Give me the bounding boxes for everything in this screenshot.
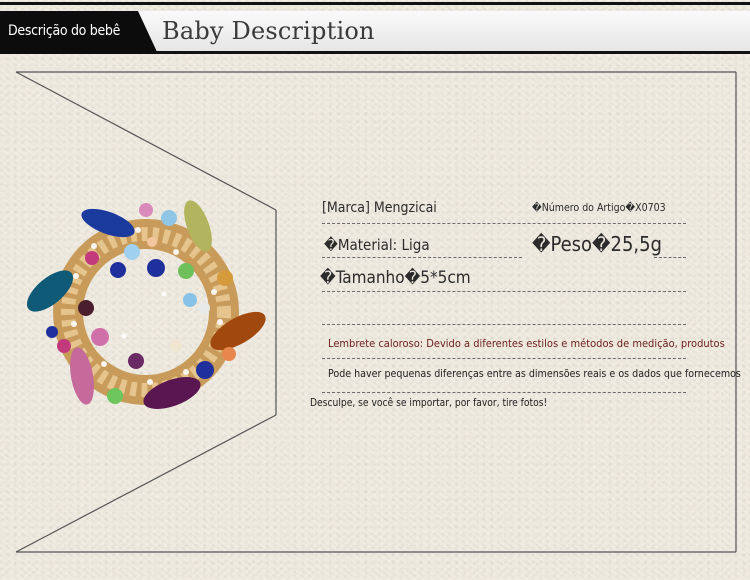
material-label: �Material: Liga bbox=[324, 236, 430, 254]
divider bbox=[322, 392, 686, 393]
divider bbox=[322, 291, 686, 292]
divider bbox=[322, 223, 686, 224]
reminder-note: Lembrete caloroso: Devido a diferentes e… bbox=[328, 337, 725, 350]
weight-label: �Peso�25,5g bbox=[532, 232, 662, 256]
brooch-image bbox=[26, 200, 266, 409]
divider bbox=[654, 257, 686, 258]
brand-label: [Marca] Mengzicai bbox=[322, 200, 437, 216]
size-label: �Tamanho�5*5cm bbox=[320, 268, 471, 288]
apology-note: Desculpe, se você se importar, por favor… bbox=[310, 398, 548, 409]
item-number-label: �Número do Artigo�X0703 bbox=[532, 202, 666, 214]
divider bbox=[322, 324, 686, 325]
divider bbox=[322, 358, 686, 359]
difference-note: Pode haver pequenas diferenças entre as … bbox=[328, 368, 741, 380]
divider bbox=[322, 257, 522, 258]
